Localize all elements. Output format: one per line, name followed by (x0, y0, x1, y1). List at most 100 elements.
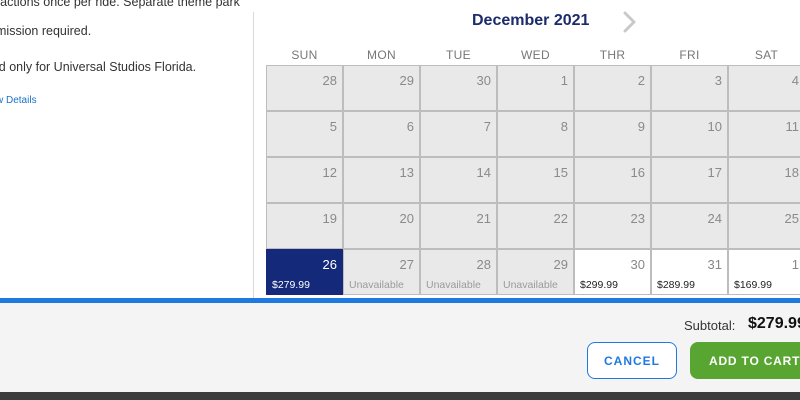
day-number: 24 (707, 211, 722, 226)
calendar-day-cell: 28 (266, 65, 343, 111)
month-title: December 2021 (472, 12, 590, 29)
unavailable-label: Unavailable (426, 279, 481, 291)
panel-divider (253, 12, 254, 298)
calendar-day-cell: 10 (651, 111, 728, 157)
day-number: 29 (399, 73, 414, 88)
day-number: 8 (560, 119, 568, 134)
description-line-1: ractions once per ride. Separate theme p… (0, 0, 240, 9)
day-of-week-label: THR (599, 48, 626, 62)
calendar-day-cell: 18 (728, 157, 800, 203)
day-number: 1 (560, 73, 568, 88)
day-number: 13 (399, 165, 414, 180)
calendar-day-cell: 29 Unavailable (497, 249, 574, 295)
day-number: 19 (322, 211, 337, 226)
day-of-week-label: SUN (291, 48, 318, 62)
subtotal-label: Subtotal: (684, 318, 736, 333)
description-line-3: id only for Universal Studios Florida. (0, 60, 197, 74)
calendar-day-cell: 11 (728, 111, 800, 157)
calendar-day-cell: 17 (651, 157, 728, 203)
day-price: $169.99 (734, 279, 772, 291)
cancel-button[interactable]: CANCEL (587, 342, 677, 379)
day-number: 6 (406, 119, 414, 134)
calendar-day-cell: 8 (497, 111, 574, 157)
day-number: 3 (714, 73, 722, 88)
day-price: $289.99 (657, 279, 695, 291)
day-number: 30 (476, 73, 491, 88)
day-number: 27 (399, 257, 414, 272)
calendar-day-cell: 2 (574, 65, 651, 111)
calendar-day-cell: 9 (574, 111, 651, 157)
day-of-week-header: SUN MON TUE WED THR FRI SAT (266, 48, 800, 64)
day-number: 5 (329, 119, 337, 134)
day-number: 21 (476, 211, 491, 226)
calendar-day-cell: 6 (343, 111, 420, 157)
unavailable-label: Unavailable (349, 279, 404, 291)
day-number: 26 (322, 257, 337, 272)
day-number: 18 (784, 165, 799, 180)
day-number: 12 (322, 165, 337, 180)
day-number: 7 (483, 119, 491, 134)
calendar-day-cell: 13 (343, 157, 420, 203)
day-of-week-label: FRI (679, 48, 700, 62)
day-number: 17 (707, 165, 722, 180)
day-of-week-label: TUE (446, 48, 471, 62)
calendar-day-cell[interactable]: 30 $299.99 (574, 249, 651, 295)
calendar-day-cell: 5 (266, 111, 343, 157)
calendar-day-cell: 27 Unavailable (343, 249, 420, 295)
day-of-week-label: SAT (754, 48, 779, 62)
day-of-week-label: WED (521, 48, 550, 62)
day-number: 28 (322, 73, 337, 88)
chevron-right-icon[interactable] (620, 10, 640, 34)
footer: Subtotal: $279.99 CANCEL ADD TO CART (0, 303, 800, 392)
calendar-day-cell[interactable]: 31 $289.99 (651, 249, 728, 295)
bottom-strip (0, 392, 800, 400)
subtotal-value: $279.99 (748, 315, 800, 332)
day-number: 29 (553, 257, 568, 272)
day-number: 28 (476, 257, 491, 272)
calendar-day-cell: 28 Unavailable (420, 249, 497, 295)
day-number: 14 (476, 165, 491, 180)
calendar-day-cell: 22 (497, 203, 574, 249)
calendar-day-cell: 23 (574, 203, 651, 249)
calendar-grid: 28 29 30 1 2 3 4 5 6 7 8 9 10 11 12 13 14 15 16 17 18 19 20 21 2… (266, 65, 800, 295)
day-number: 23 (630, 211, 645, 226)
day-number: 16 (630, 165, 645, 180)
calendar-day-cell: 3 (651, 65, 728, 111)
calendar-day-cell: 14 (420, 157, 497, 203)
day-number: 9 (637, 119, 645, 134)
calendar-day-cell: 19 (266, 203, 343, 249)
day-number: 1 (791, 257, 799, 272)
day-number: 25 (784, 211, 799, 226)
description-line-2: mission required. (0, 24, 92, 38)
ticket-description-panel: ractions once per ride. Separate theme p… (0, 0, 254, 298)
unavailable-label: Unavailable (503, 279, 558, 291)
calendar-day-cell: 20 (343, 203, 420, 249)
calendar-day-cell[interactable]: 1 $169.99 (728, 249, 800, 295)
calendar-day-cell: 12 (266, 157, 343, 203)
view-details-link[interactable]: w Details (0, 95, 37, 106)
calendar-day-cell: 24 (651, 203, 728, 249)
calendar-day-cell[interactable]: 26 $279.99 (266, 249, 343, 295)
calendar-day-cell: 4 (728, 65, 800, 111)
calendar-day-cell: 7 (420, 111, 497, 157)
calendar-day-cell: 30 (420, 65, 497, 111)
day-number: 4 (791, 73, 799, 88)
ticket-calendar-dialog: ractions once per ride. Separate theme p… (0, 0, 800, 400)
day-price: $299.99 (580, 279, 618, 291)
day-number: 30 (630, 257, 645, 272)
day-number: 22 (553, 211, 568, 226)
add-to-cart-button[interactable]: ADD TO CART (690, 342, 800, 379)
day-of-week-label: MON (367, 48, 396, 62)
day-number: 11 (785, 119, 800, 134)
day-number: 2 (637, 73, 645, 88)
calendar-day-cell: 21 (420, 203, 497, 249)
calendar-day-cell: 25 (728, 203, 800, 249)
day-number: 10 (707, 119, 722, 134)
day-number: 20 (399, 211, 414, 226)
day-price: $279.99 (272, 279, 310, 291)
calendar-day-cell: 15 (497, 157, 574, 203)
day-number: 31 (707, 257, 722, 272)
calendar-day-cell: 1 (497, 65, 574, 111)
day-number: 15 (553, 165, 568, 180)
calendar-day-cell: 16 (574, 157, 651, 203)
